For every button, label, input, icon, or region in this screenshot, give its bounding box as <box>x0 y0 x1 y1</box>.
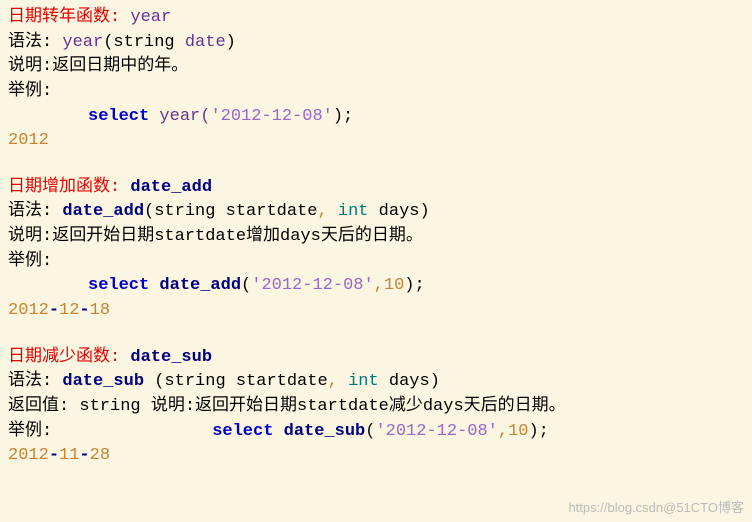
r-day: 28 <box>90 446 110 465</box>
example-label: 举例: <box>8 250 744 275</box>
call-arg: '2012-12-08' <box>375 422 497 441</box>
call-arg: '2012-12-08' <box>210 107 332 126</box>
sig-type: int <box>328 202 369 221</box>
section-date-sub: 日期减少函数: date_sub 语法: date_sub (string st… <box>8 346 744 469</box>
sig-close: ) <box>420 202 430 221</box>
example-code: select year('2012-12-08'); <box>8 105 744 130</box>
title-zh: 日期增加函数: <box>8 178 130 197</box>
sig-open: (string <box>103 33 185 52</box>
call-arg: '2012-12-08' <box>251 276 373 295</box>
call-fn: date_sub <box>284 422 366 441</box>
keyword-select: select <box>88 276 159 295</box>
section-date-add: 日期增加函数: date_add 语法: date_add(string sta… <box>8 176 744 324</box>
syntax-line: 语法: date_sub (string startdate, int days… <box>8 370 744 395</box>
example-code: select date_add('2012-12-08',10); <box>8 274 744 299</box>
sig-fn: date_sub <box>62 372 154 391</box>
call-open: ( <box>241 276 251 295</box>
call-end: ); <box>404 276 424 295</box>
desc-text: 说明:返回开始日期startdate减少days天后的日期。 <box>151 397 566 416</box>
call-comma: , <box>498 422 508 441</box>
section-year: 日期转年函数: year 语法: year(string date) 说明:返回… <box>8 6 744 154</box>
syntax-line: 语法: year(string date) <box>8 31 744 56</box>
r-day: 18 <box>90 301 110 320</box>
r-dash: - <box>49 301 59 320</box>
title-zh: 日期转年函数: <box>8 8 130 27</box>
keyword-select: select <box>212 422 283 441</box>
sig-fn: year <box>62 33 103 52</box>
syntax-label: 语法: <box>8 33 62 52</box>
desc-line: 说明:返回开始日期startdate增加days天后的日期。 <box>8 225 744 250</box>
result-line: 2012-11-28 <box>8 444 744 469</box>
sig-comma: , <box>317 202 327 221</box>
sig-close: ) <box>226 33 236 52</box>
call-num: 10 <box>384 276 404 295</box>
title-line: 日期增加函数: date_add <box>8 176 744 201</box>
sig-days: days <box>368 202 419 221</box>
r-month: 12 <box>59 301 79 320</box>
sig-open: (string startdate <box>144 202 317 221</box>
sig-type: int <box>338 372 379 391</box>
call-fn: date_add <box>159 276 241 295</box>
syntax-line: 语法: date_add(string startdate, int days) <box>8 200 744 225</box>
r-year: 2012 <box>8 301 49 320</box>
desc-line: 说明:返回日期中的年。 <box>8 55 744 80</box>
keyword-select: select <box>88 107 159 126</box>
syntax-label: 语法: <box>8 202 62 221</box>
sig-days: days <box>379 372 430 391</box>
title-fn: year <box>130 8 171 27</box>
result-line: 2012 <box>8 129 744 154</box>
call-end: ); <box>528 422 548 441</box>
r-year: 2012 <box>8 446 49 465</box>
title-fn: date_add <box>130 178 212 197</box>
r-dash: - <box>79 446 89 465</box>
return-type: string <box>69 397 151 416</box>
sig-close: ) <box>430 372 440 391</box>
example-label: 举例: <box>8 422 52 441</box>
r-month: 11 <box>59 446 79 465</box>
example-label: 举例: <box>8 80 744 105</box>
syntax-label: 语法: <box>8 372 62 391</box>
result-line: 2012-12-18 <box>8 299 744 324</box>
return-label: 返回值: <box>8 397 69 416</box>
call-comma: , <box>374 276 384 295</box>
call-open: ( <box>365 422 375 441</box>
title-line: 日期转年函数: year <box>8 6 744 31</box>
call-fn: year( <box>159 107 210 126</box>
call-num: 10 <box>508 422 528 441</box>
r-dash: - <box>79 301 89 320</box>
sig-open: (string startdate <box>154 372 327 391</box>
r-dash: - <box>49 446 59 465</box>
title-line: 日期减少函数: date_sub <box>8 346 744 371</box>
watermark-text: https://blog.csdn@51CTO博客 <box>568 499 744 518</box>
sig-arg: date <box>185 33 226 52</box>
return-desc-line: 返回值: string 说明:返回开始日期startdate减少days天后的日… <box>8 395 744 420</box>
sig-comma: , <box>328 372 338 391</box>
sig-fn: date_add <box>62 202 144 221</box>
title-zh: 日期减少函数: <box>8 348 130 367</box>
call-end: ); <box>333 107 353 126</box>
result-value: 2012 <box>8 131 49 150</box>
title-fn: date_sub <box>130 348 212 367</box>
example-line: 举例: select date_sub('2012-12-08',10); <box>8 420 744 445</box>
